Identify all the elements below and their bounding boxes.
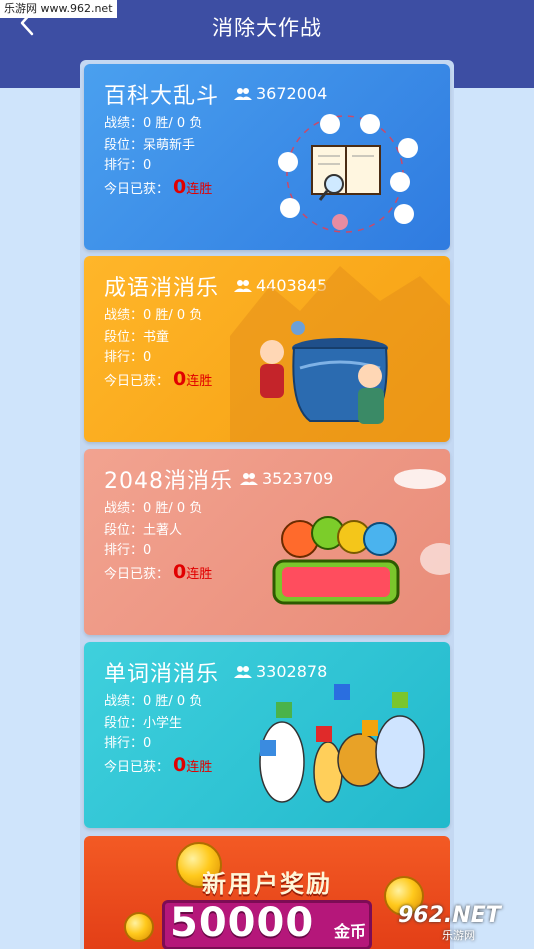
game-name: 单词消消乐 bbox=[104, 662, 220, 687]
ranking-line: 排行：0 bbox=[104, 158, 152, 173]
animals-holding-letters-illustration bbox=[259, 684, 425, 803]
ranking-line: 排行：0 bbox=[104, 543, 152, 558]
game-card-baike[interactable]: 百科大乱斗 3672004 战绩：0 胜/ 0 负 段位：呆萌新手 排行：0 今… bbox=[84, 64, 450, 250]
encyclopedia-book-illustration bbox=[278, 114, 418, 233]
rank-level-line: 段位：呆萌新手 bbox=[104, 138, 196, 153]
record-line: 战绩：0 胜/ 0 负 bbox=[104, 501, 203, 516]
record-line: 战绩：0 胜/ 0 负 bbox=[104, 116, 203, 131]
today-streak: 今日已获： 0 连胜 bbox=[104, 561, 213, 583]
rank-level-line: 段位：土著人 bbox=[104, 523, 183, 538]
ranking-line: 排行：0 bbox=[104, 736, 152, 751]
game-card-2048[interactable]: 2048消消乐 3523709 战绩：0 胜/ 0 负 段位：土著人 排行：0 … bbox=[84, 449, 450, 635]
watermark-top: 乐游网 www.962.net bbox=[0, 0, 117, 18]
promo-headline: 新用户奖励 bbox=[202, 870, 332, 898]
record-line: 战绩：0 胜/ 0 负 bbox=[104, 694, 203, 709]
2048-logo-illustration bbox=[272, 469, 450, 605]
game-name: 2048消消乐 bbox=[104, 469, 233, 494]
new-user-reward-banner[interactable]: 新用户奖励 50000 金币 bbox=[84, 836, 450, 949]
promo-unit: 金币 bbox=[334, 922, 367, 941]
today-streak: 今日已获： 0 连胜 bbox=[104, 754, 213, 776]
watermark-logo: 962.NET bbox=[398, 903, 501, 928]
promo-amount: 50000 bbox=[170, 900, 315, 946]
game-card-idiom[interactable]: 成语消消乐 4403845 战绩：0 胜/ 0 负 段位：书童 排行：0 今日已… bbox=[84, 256, 450, 442]
game-card-words[interactable]: 单词消消乐 3302878 战绩：0 胜/ 0 负 段位：小学生 排行：0 今日… bbox=[84, 642, 450, 828]
watermark-sub: 乐游网 bbox=[442, 929, 475, 942]
ranking-line: 排行：0 bbox=[104, 350, 152, 365]
watermark-bottom: 962.NET 乐游网 bbox=[398, 903, 528, 943]
coin-icon bbox=[124, 912, 154, 942]
game-name: 成语消消乐 bbox=[104, 276, 220, 301]
today-streak: 今日已获： 0 连胜 bbox=[104, 368, 213, 390]
record-line: 战绩：0 胜/ 0 负 bbox=[104, 308, 203, 323]
today-streak: 今日已获： 0 连胜 bbox=[104, 176, 213, 198]
game-name: 百科大乱斗 bbox=[104, 84, 220, 109]
rank-level-line: 段位：书童 bbox=[104, 330, 170, 345]
boy-breaking-jar-illustration bbox=[230, 266, 450, 442]
rank-level-line: 段位：小学生 bbox=[104, 716, 183, 731]
